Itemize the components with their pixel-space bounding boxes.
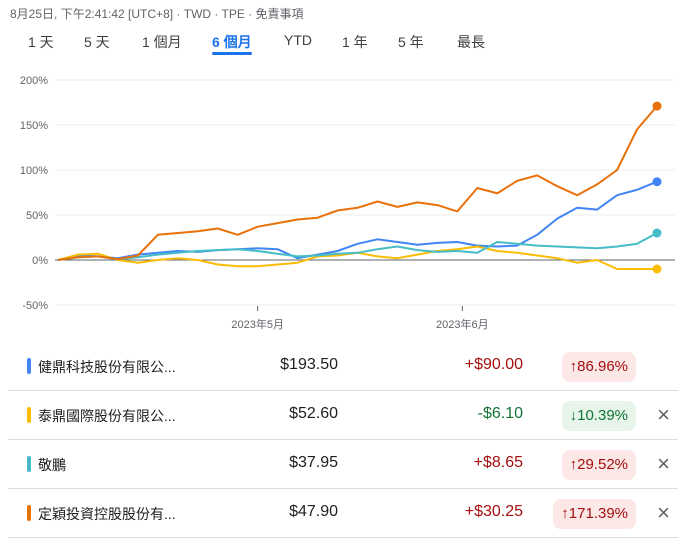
y-tick-label: 0% [32,255,48,267]
y-tick-label: 100% [20,165,48,177]
series-line [57,180,658,261]
tab-6m[interactable]: 6 個月 [212,32,252,55]
stock-price: $37.95 [289,454,338,471]
series-color-swatch [27,407,31,423]
stock-name: 定穎投資控股股份有... [38,506,176,522]
tab-ytd[interactable]: YTD [284,32,312,48]
remove-icon[interactable]: × [657,451,670,477]
percent-value: 86.96% [577,358,628,375]
series-end-point [652,177,662,187]
stock-price: $193.50 [280,356,338,373]
y-tick-label: -50% [22,300,48,312]
tab-1y[interactable]: 1 年 [342,32,368,52]
comparison-chart[interactable]: 200% 150% 100% 50% 0% -50% 2023年5月 2023年6月 [0,60,690,340]
tab-1m[interactable]: 1 個月 [142,32,182,52]
arrow-up-icon: ↑ [569,456,578,473]
stock-name: 健鼎科技股份有限公... [38,359,176,375]
stock-name: 泰鼎國際股份有限公... [38,408,176,424]
series-end-point [652,264,662,274]
quote-meta: 8月25日, 下午2:41:42 [UTC+8] · TWD · TPE · 免… [10,7,304,21]
y-tick-label: 150% [20,120,48,132]
percent-value: 10.39% [577,407,628,424]
stock-row[interactable]: 健鼎科技股份有限公... $193.50 +$90.00 ↑86.96% [8,342,678,391]
series-line [57,245,657,270]
x-tick-label: 2023年5月 [231,317,284,331]
series-line [57,105,658,261]
y-tick-label: 200% [20,75,48,87]
stock-change: +$30.25 [464,503,523,520]
stock-change: +$8.65 [473,454,523,471]
stock-name: 敬鵬 [38,457,66,473]
tab-1d[interactable]: 1 天 [28,32,54,52]
percent-badge: ↑171.39% [553,499,636,529]
tab-5y[interactable]: 5 年 [398,32,424,52]
tab-max[interactable]: 最長 [457,32,485,52]
series-end-point [652,101,662,111]
percent-badge: ↓10.39% [561,401,636,431]
arrow-down-icon: ↓ [569,407,578,424]
series-color-swatch [27,358,31,374]
series-color-swatch [27,456,31,472]
percent-value: 29.52% [577,456,628,473]
y-tick-label: 50% [26,210,48,222]
remove-icon[interactable]: × [657,402,670,428]
stock-price: $47.90 [289,503,338,520]
stock-row[interactable]: 定穎投資控股股份有... $47.90 +$30.25 ↑171.39% × [8,489,678,538]
arrow-up-icon: ↑ [569,358,578,375]
remove-icon[interactable]: × [657,500,670,526]
stock-row[interactable]: 泰鼎國際股份有限公... $52.60 -$6.10 ↓10.39% × [8,391,678,440]
x-tick-label: 2023年6月 [436,317,489,331]
stock-change: -$6.10 [477,405,523,422]
range-tabs: 1 天 5 天 1 個月 6 個月 YTD 1 年 5 年 最長 [0,32,690,56]
arrow-up-icon: ↑ [561,505,569,522]
series-color-swatch [27,505,31,521]
tab-5d[interactable]: 5 天 [84,32,110,52]
percent-badge: ↑29.52% [561,450,636,480]
percent-badge: ↑86.96% [561,352,636,382]
series-end-point [652,228,662,238]
stock-price: $52.60 [289,405,338,422]
stock-row[interactable]: 敬鵬 $37.95 +$8.65 ↑29.52% × [8,440,678,489]
stock-change: +$90.00 [464,356,523,373]
percent-value: 171.39% [568,505,628,522]
